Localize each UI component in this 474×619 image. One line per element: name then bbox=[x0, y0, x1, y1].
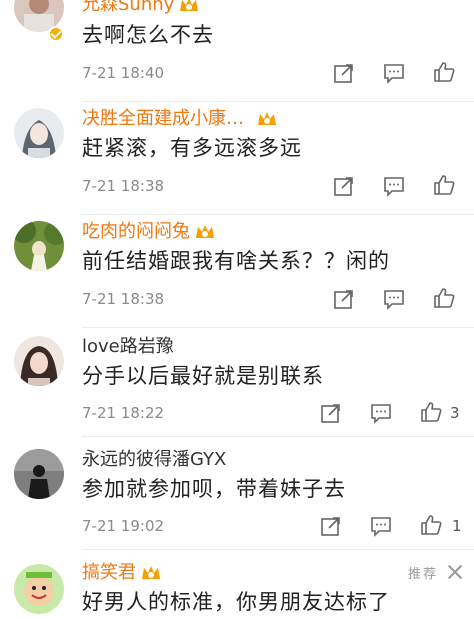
share-icon[interactable] bbox=[320, 402, 342, 424]
vip-crown-icon bbox=[140, 564, 162, 582]
forest-girl-avatar-icon[interactable] bbox=[14, 221, 64, 271]
username-text: 决胜全面建成小康… bbox=[82, 108, 244, 129]
comment-text: 分手以后最好就是别联系 bbox=[82, 364, 324, 388]
username-text: 永远的彼得潘GYX bbox=[82, 449, 227, 470]
thumbs-up-icon[interactable] bbox=[420, 514, 442, 536]
comment-text: 好男人的标准，你男朋友达标了 bbox=[82, 590, 390, 614]
verified-badge-icon bbox=[48, 26, 64, 42]
share-icon[interactable] bbox=[320, 515, 342, 537]
comment-time: 7-21 19:02 bbox=[82, 517, 165, 535]
comment-item: love路岩豫 分手以后最好就是别联系 7-21 18:22 3 bbox=[0, 328, 474, 437]
anime-avatar-icon[interactable] bbox=[14, 108, 64, 158]
like-count: 3 bbox=[450, 404, 460, 422]
username-text: love路岩豫 bbox=[82, 336, 174, 357]
vip-crown-icon bbox=[194, 223, 216, 241]
comment-item: 允森Sunny 去啊怎么不去 7-21 18:40 bbox=[0, 0, 474, 102]
silhouette-avatar-icon[interactable] bbox=[14, 449, 64, 499]
comment-username[interactable]: 吃肉的闷闷兔 bbox=[82, 221, 216, 243]
comment-text: 前任结婚跟我有啥关系？？闲的 bbox=[82, 249, 390, 273]
comment-icon[interactable] bbox=[383, 62, 405, 84]
share-icon[interactable] bbox=[333, 175, 355, 197]
comment-text: 参加就参加呗，带着妹子去 bbox=[82, 477, 346, 501]
username-text: 搞笑君 bbox=[82, 562, 136, 583]
comment-item: 搞笑君 推荐 好男人的标准，你男朋友达标了 bbox=[0, 550, 474, 619]
share-icon[interactable] bbox=[333, 62, 355, 84]
comment-item: 决胜全面建成小康… 赶紧滚，有多远滚多远 7-21 18:38 bbox=[0, 102, 474, 215]
recommend-label: 推荐 bbox=[408, 567, 439, 582]
comment-icon[interactable] bbox=[383, 175, 405, 197]
comment-icon[interactable] bbox=[370, 402, 392, 424]
comment-username[interactable]: 允森Sunny bbox=[82, 0, 200, 16]
comment-text: 去啊怎么不去 bbox=[82, 23, 214, 47]
comment-username[interactable]: 永远的彼得潘GYX bbox=[82, 449, 226, 471]
thumbs-up-icon[interactable] bbox=[433, 174, 455, 196]
username-text: 允森Sunny bbox=[82, 0, 175, 15]
comment-time: 7-21 18:40 bbox=[82, 64, 165, 82]
comment-username[interactable]: 搞笑君 bbox=[82, 562, 162, 584]
thumbs-up-icon[interactable] bbox=[420, 401, 442, 423]
vip-crown-icon bbox=[256, 110, 278, 128]
comment-icon[interactable] bbox=[370, 515, 392, 537]
comment-item: 吃肉的闷闷兔 前任结婚跟我有啥关系？？闲的 7-21 18:38 bbox=[0, 215, 474, 328]
selfie-avatar-icon[interactable] bbox=[14, 336, 64, 386]
vip-crown-icon bbox=[178, 0, 200, 14]
comment-text: 赶紧滚，有多远滚多远 bbox=[82, 136, 302, 160]
comment-time: 7-21 18:38 bbox=[82, 177, 165, 195]
share-icon[interactable] bbox=[333, 288, 355, 310]
comment-icon[interactable] bbox=[383, 288, 405, 310]
like-count: 1 bbox=[452, 517, 462, 535]
comment-time: 7-21 18:22 bbox=[82, 404, 165, 422]
thumbs-up-icon[interactable] bbox=[433, 61, 455, 83]
comment-time: 7-21 18:38 bbox=[82, 290, 165, 308]
comment-item: 永远的彼得潘GYX 参加就参加呗，带着妹子去 7-21 19:02 1 bbox=[0, 437, 474, 550]
username-text: 吃肉的闷闷兔 bbox=[82, 221, 190, 242]
cartoon-face-avatar-icon[interactable] bbox=[14, 564, 64, 614]
thumbs-up-icon[interactable] bbox=[433, 287, 455, 309]
comment-username[interactable]: love路岩豫 bbox=[82, 336, 174, 358]
close-icon[interactable] bbox=[446, 563, 464, 581]
comment-username[interactable]: 决胜全面建成小康… bbox=[82, 108, 278, 130]
